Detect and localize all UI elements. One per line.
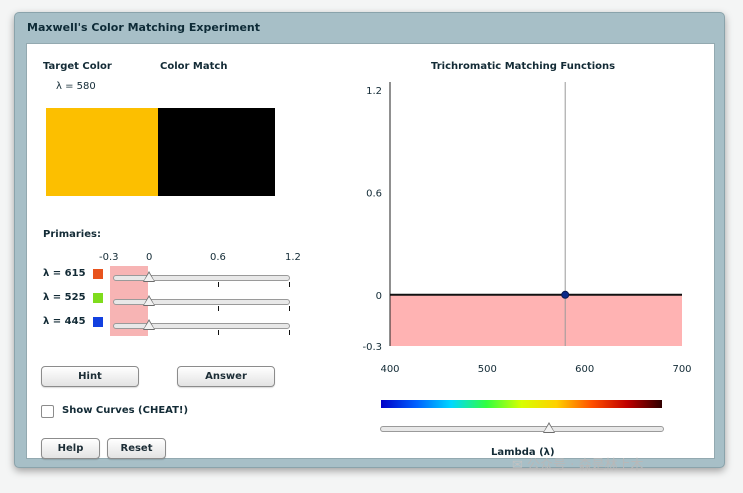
primary-label-615: λ = 615 — [43, 268, 86, 279]
color-match-label: Color Match — [160, 61, 228, 72]
x-tick-label: 600 — [575, 364, 594, 374]
scale-label-zero: 0 — [146, 252, 153, 263]
help-button[interactable]: Help — [41, 438, 100, 459]
window-title: Maxwell's Color Matching Experiment — [27, 21, 261, 34]
scale-label-max: 1.2 — [285, 252, 301, 263]
slider-tick — [218, 306, 219, 311]
primary-label-445: λ = 445 — [43, 316, 86, 327]
target-color-label: Target Color — [43, 61, 112, 72]
chart-title: Trichromatic Matching Functions — [431, 61, 616, 72]
primary-slider-thumb-445[interactable] — [143, 319, 155, 330]
y-tick-label: 0.6 — [366, 188, 382, 199]
scale-label-neg: -0.3 — [99, 252, 119, 263]
y-tick-label: 0 — [376, 291, 382, 302]
spectrum-bar — [381, 400, 662, 408]
y-tick-label: 1.2 — [366, 86, 382, 97]
slider-tick — [289, 306, 290, 311]
x-tick-label: 500 — [478, 364, 497, 374]
slider-tick — [218, 282, 219, 287]
primary-slider-thumb-615[interactable] — [143, 271, 155, 282]
lambda-slider[interactable] — [380, 426, 664, 432]
primary-swatch-445 — [93, 317, 103, 327]
scale-label-mid: 0.6 — [210, 252, 226, 263]
matching-functions-chart: 1.2 0.6 0 -0.3 400 500 600 700 — [362, 82, 692, 374]
primary-slider-525[interactable] — [113, 299, 290, 305]
primary-slider-445[interactable] — [113, 323, 290, 329]
color-match-swatch — [158, 108, 275, 196]
y-tick-label: -0.3 — [362, 342, 382, 353]
answer-button[interactable]: Answer — [177, 366, 275, 387]
show-curves-checkbox[interactable] — [41, 405, 54, 418]
primaries-label: Primaries: — [43, 229, 101, 240]
primary-label-525: λ = 525 — [43, 292, 86, 303]
primary-slider-615[interactable] — [113, 275, 290, 281]
reset-button[interactable]: Reset — [107, 438, 166, 459]
primary-swatch-615 — [93, 269, 103, 279]
x-tick-label: 700 — [672, 364, 691, 374]
negative-region — [390, 294, 682, 346]
slider-tick — [289, 330, 290, 335]
lambda-readout: λ = 580 — [56, 81, 96, 92]
app-window: Maxwell's Color Matching Experiment Targ… — [14, 12, 725, 468]
primary-swatch-525 — [93, 293, 103, 303]
slider-tick — [218, 330, 219, 335]
x-tick-label: 400 — [380, 364, 399, 374]
primary-slider-thumb-525[interactable] — [143, 295, 155, 306]
slider-tick — [289, 282, 290, 287]
lambda-slider-thumb[interactable] — [543, 422, 556, 433]
main-panel: Target Color Color Match λ = 580 Primari… — [26, 43, 715, 459]
hint-button[interactable]: Hint — [41, 366, 139, 387]
show-curves-label: Show Curves (CHEAT!) — [62, 405, 189, 416]
wechat-icon: ✉ — [512, 458, 523, 473]
lambda-marker-point — [561, 290, 570, 299]
target-color-swatch — [46, 108, 158, 196]
watermark: ✉ 公众号 · 森是林上木 — [512, 458, 644, 473]
